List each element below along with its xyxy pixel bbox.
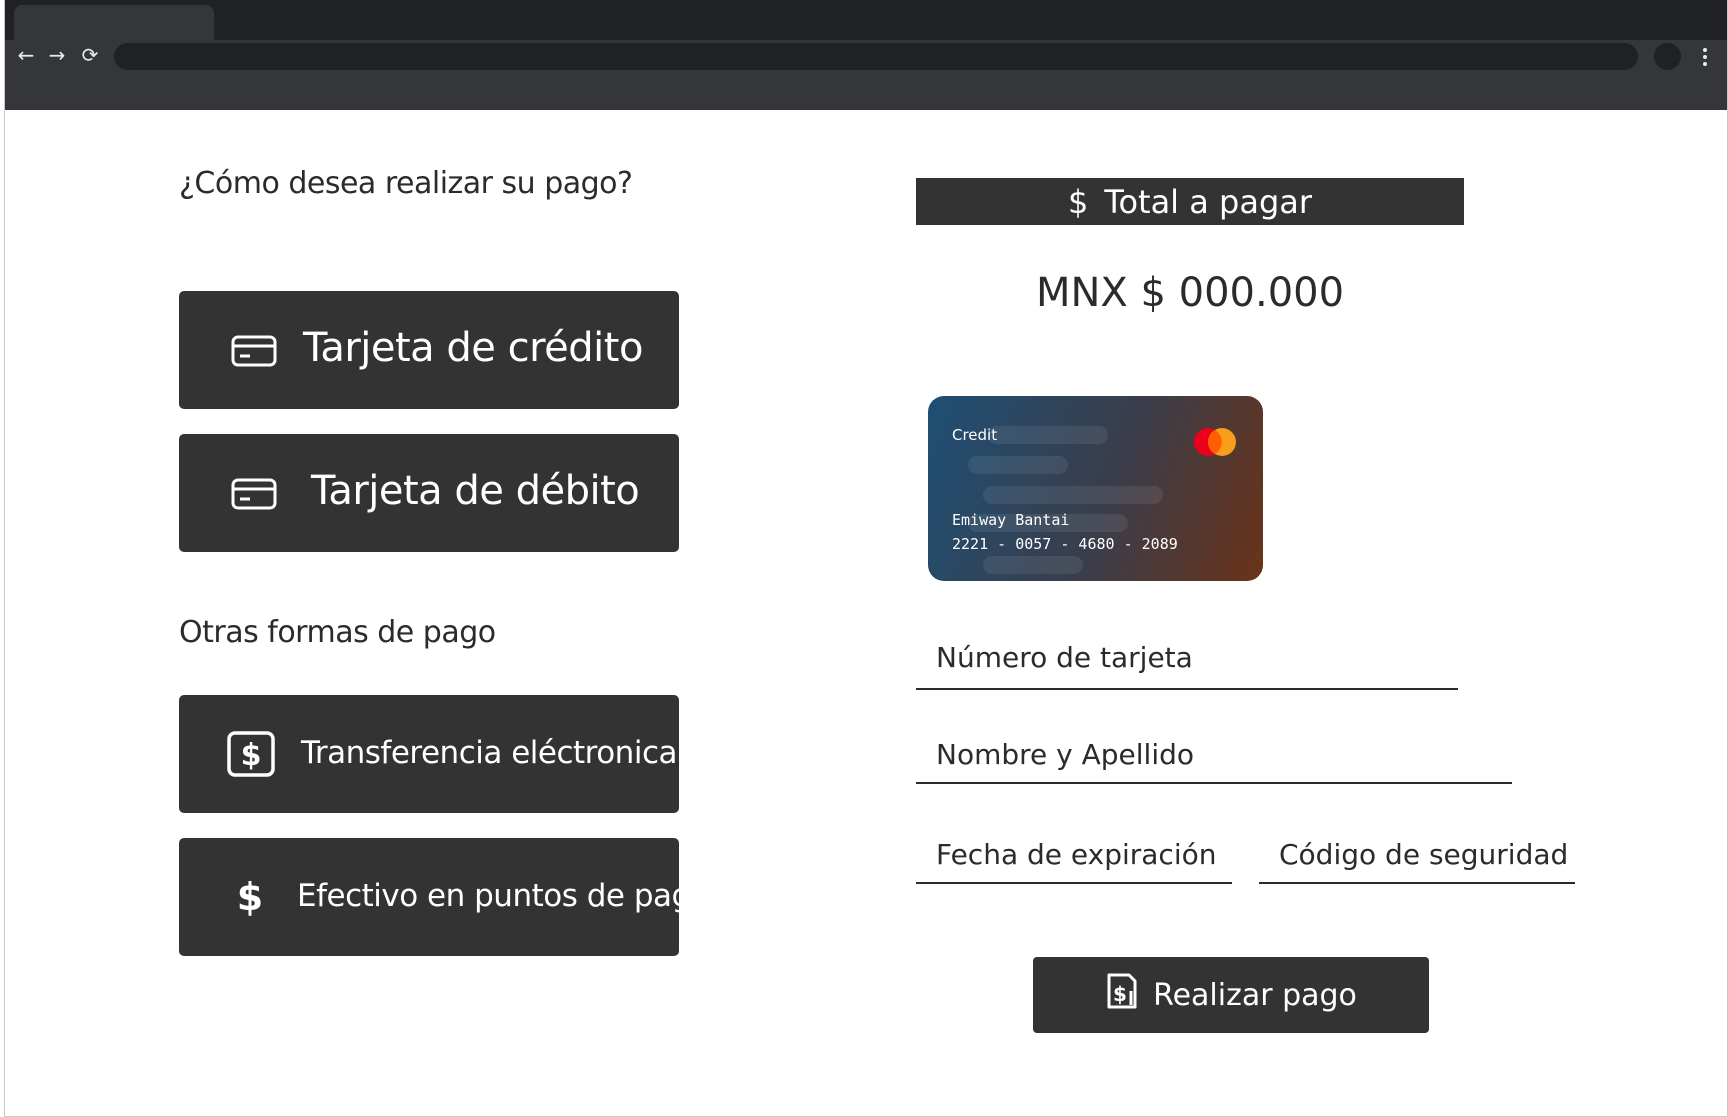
expiry-date-field[interactable] — [916, 835, 1232, 884]
svg-text:$: $ — [237, 876, 263, 916]
card-holder-name: Emiway Bantai — [952, 511, 1070, 529]
debit-card-label: Tarjeta de débito — [311, 468, 640, 514]
dollar-icon: $ — [1067, 182, 1089, 221]
cash-payment-label: Efectivo en puntos de pago — [297, 878, 710, 914]
security-code-field[interactable] — [1259, 835, 1575, 884]
total-amount: MNX $ 000.000 — [1035, 270, 1345, 316]
credit-card-icon — [231, 335, 277, 367]
credit-card-icon — [231, 478, 277, 510]
card-number-field[interactable] — [916, 634, 1458, 690]
credit-card-label: Tarjeta de crédito — [303, 325, 643, 371]
submit-payment-button[interactable]: $ Realizar pago — [1033, 957, 1429, 1033]
card-number-display: 2221 - 0057 - 4680 - 2089 — [952, 535, 1178, 553]
debit-card-button[interactable]: Tarjeta de débito — [179, 434, 679, 552]
payment-question: ¿Cómo desea realizar su pago? — [179, 166, 633, 201]
total-header: $ Total a pagar — [916, 178, 1464, 225]
cash-payment-button[interactable]: $ Efectivo en puntos de pago — [179, 838, 710, 956]
dollar-icon: $ — [235, 876, 265, 916]
card-preview: Credit Emiway Bantai 2221 - 0057 - 4680 … — [928, 396, 1263, 581]
svg-text:$: $ — [241, 738, 262, 773]
dollar-square-icon: $ — [227, 731, 275, 777]
total-title: Total a pagar — [1104, 182, 1313, 221]
other-methods-title: Otras formas de pago — [179, 615, 496, 650]
credit-card-button[interactable]: Tarjeta de crédito — [179, 291, 679, 409]
bank-transfer-button[interactable]: $ Transferencia eléctronica — [179, 695, 679, 813]
svg-text:$: $ — [1113, 982, 1127, 1006]
submit-payment-label: Realizar pago — [1153, 977, 1357, 1013]
mastercard-logo — [1190, 426, 1240, 458]
bank-transfer-label: Transferencia eléctronica — [301, 735, 677, 771]
receipt-dollar-icon: $ — [1105, 973, 1139, 1017]
name-field[interactable] — [916, 735, 1512, 784]
card-type: Credit — [952, 426, 998, 444]
